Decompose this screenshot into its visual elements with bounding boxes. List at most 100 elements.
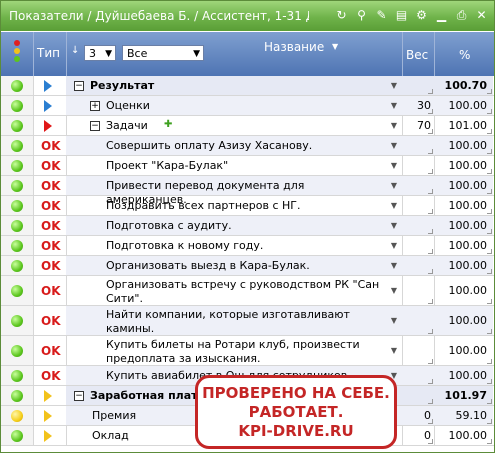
percent-cell[interactable]: 100.70 [434,76,493,95]
row-menu-chevron-icon[interactable]: ▼ [391,346,397,355]
edit-corner-icon [428,89,433,94]
settings-icon[interactable]: ⚙ [413,7,430,24]
table-row[interactable]: OK Подготовка к новому году. ▼ 100.00 [1,236,494,256]
weight-cell[interactable] [402,216,435,235]
weight-cell[interactable] [402,76,435,95]
table-row[interactable]: OK Поздравить всех партнеров с НГ. ▼ 100.00 [1,196,494,216]
name-cell[interactable]: + Оценки ▼ [66,96,403,115]
weight-cell[interactable] [402,136,435,155]
percent-cell[interactable]: 100.00 [434,256,493,275]
export-csv-icon[interactable]: ▤ [393,7,410,24]
weight-cell[interactable] [402,176,435,195]
table-row[interactable]: OK Проект "Кара-Булак" ▼ 100.00 [1,156,494,176]
weight-cell[interactable]: 0 [402,426,435,445]
weight-cell[interactable] [402,306,435,335]
name-cell[interactable]: Купить билеты на Ротари клуб, произвести… [66,336,403,365]
row-menu-chevron-icon[interactable]: ▼ [391,261,397,270]
row-menu-chevron-icon[interactable]: ▼ [391,201,397,210]
weight-cell[interactable] [402,366,435,385]
weight-cell[interactable] [402,386,435,405]
table-row[interactable]: OK Подготовка с аудиту. ▼ 100.00 [1,216,494,236]
percent-cell[interactable]: 100.00 [434,276,493,305]
weight-header[interactable]: Вес [402,32,435,76]
sort-chevron-icon[interactable]: ▼ [332,42,338,51]
table-row[interactable]: OK Купить билеты на Ротари клуб, произвес… [1,336,494,366]
percent-header[interactable]: % [434,32,494,76]
name-cell[interactable]: Проект "Кара-Булак" ▼ [66,156,403,175]
filter-select[interactable]: Все ▼ [122,45,204,61]
play-type-icon [44,120,52,132]
name-cell[interactable]: Поздравить всех партнеров с НГ. ▼ [66,196,403,215]
percent-cell[interactable]: 100.00 [434,176,493,195]
level-select[interactable]: 3 ▼ [84,45,116,61]
collapse-icon[interactable]: − [74,391,84,401]
name-cell[interactable]: − Результат ▼ [66,76,403,95]
minimize-icon[interactable]: ▁ [433,7,450,24]
weight-cell[interactable] [402,276,435,305]
percent-cell[interactable]: 59.10 [434,406,493,425]
name-cell[interactable]: Подготовка к новому году. ▼ [66,236,403,255]
weight-cell[interactable] [402,236,435,255]
search-icon[interactable]: ⚲ [353,7,370,24]
percent-cell[interactable]: 101.97 [434,386,493,405]
percent-cell[interactable]: 100.00 [434,366,493,385]
percent-cell[interactable]: 100.00 [434,306,493,335]
name-cell[interactable]: Найти компании, которые изготавливают ка… [66,306,403,335]
collapse-icon[interactable]: − [74,81,84,91]
percent-cell[interactable]: 100.00 [434,96,493,115]
tools-icon[interactable]: ✎ [373,7,390,24]
expand-icon[interactable]: + [90,101,100,111]
percent-cell[interactable]: 101.00 [434,116,493,135]
weight-cell[interactable] [402,256,435,275]
name-cell[interactable]: Организовать встречу с руководством РК "… [66,276,403,305]
refresh-icon[interactable]: ↻ [333,7,350,24]
percent-cell[interactable]: 100.00 [434,216,493,235]
percent-cell[interactable]: 100.00 [434,336,493,365]
percent-cell[interactable]: 100.00 [434,156,493,175]
table-row[interactable]: − Результат ▼ 100.70 [1,76,494,96]
type-header[interactable]: Тип [33,32,67,76]
expand-all-icon[interactable]: ↓ [71,45,79,56]
row-menu-chevron-icon[interactable]: ▼ [391,121,397,130]
name-cell[interactable]: Совершить оплату Азизу Хасанову. ▼ [66,136,403,155]
row-menu-chevron-icon[interactable]: ▼ [391,101,397,110]
table-row[interactable]: + Оценки ▼ 30 100.00 [1,96,494,116]
table-row[interactable]: − Задачи ✚ ▼ 70 101.00 [1,116,494,136]
weight-cell[interactable]: 0 [402,406,435,425]
collapse-icon[interactable]: − [90,121,100,131]
name-cell[interactable]: − Задачи ✚ ▼ [66,116,403,135]
row-menu-chevron-icon[interactable]: ▼ [391,81,397,90]
percent-cell[interactable]: 100.00 [434,236,493,255]
edit-corner-icon [428,229,433,234]
weight-cell[interactable]: 30 [402,96,435,115]
weight-cell[interactable]: 70 [402,116,435,135]
table-row[interactable]: OK Организовать выезд в Кара-Булак. ▼ 100.0… [1,256,494,276]
weight-cell[interactable] [402,156,435,175]
percent-cell[interactable]: 100.00 [434,426,493,445]
table-row[interactable]: OK Совершить оплату Азизу Хасанову. ▼ 100.0… [1,136,494,156]
table-row[interactable]: OK Привести перевод документа для америка… [1,176,494,206]
weight-cell[interactable] [402,196,435,215]
name-header-label[interactable]: Название [264,40,324,54]
status-cell [1,76,34,95]
row-menu-chevron-icon[interactable]: ▼ [391,316,397,325]
row-menu-chevron-icon[interactable]: ▼ [391,241,397,250]
name-cell[interactable]: Подготовка с аудиту. ▼ [66,216,403,235]
row-menu-chevron-icon[interactable]: ▼ [391,161,397,170]
table-row[interactable]: OK Организовать встречу с руководством РК… [1,276,494,306]
print-icon[interactable]: ⎙ [453,7,470,24]
row-menu-chevron-icon[interactable]: ▼ [391,221,397,230]
percent-cell[interactable]: 100.00 [434,136,493,155]
type-cell [33,76,67,95]
row-menu-chevron-icon[interactable]: ▼ [391,286,397,295]
name-cell[interactable]: Привести перевод документа для американц… [66,176,403,206]
row-menu-chevron-icon[interactable]: ▼ [391,141,397,150]
close-icon[interactable]: ✕ [473,7,490,24]
name-cell[interactable]: Организовать выезд в Кара-Булак. ▼ [66,256,403,275]
table-row[interactable]: OK Найти компании, которые изготавливают … [1,306,494,336]
weight-cell[interactable] [402,336,435,365]
percent-cell[interactable]: 100.00 [434,196,493,215]
add-task-icon[interactable]: ✚ [164,119,172,130]
percent-value: 100.70 [444,79,487,92]
row-menu-chevron-icon[interactable]: ▼ [391,181,397,190]
